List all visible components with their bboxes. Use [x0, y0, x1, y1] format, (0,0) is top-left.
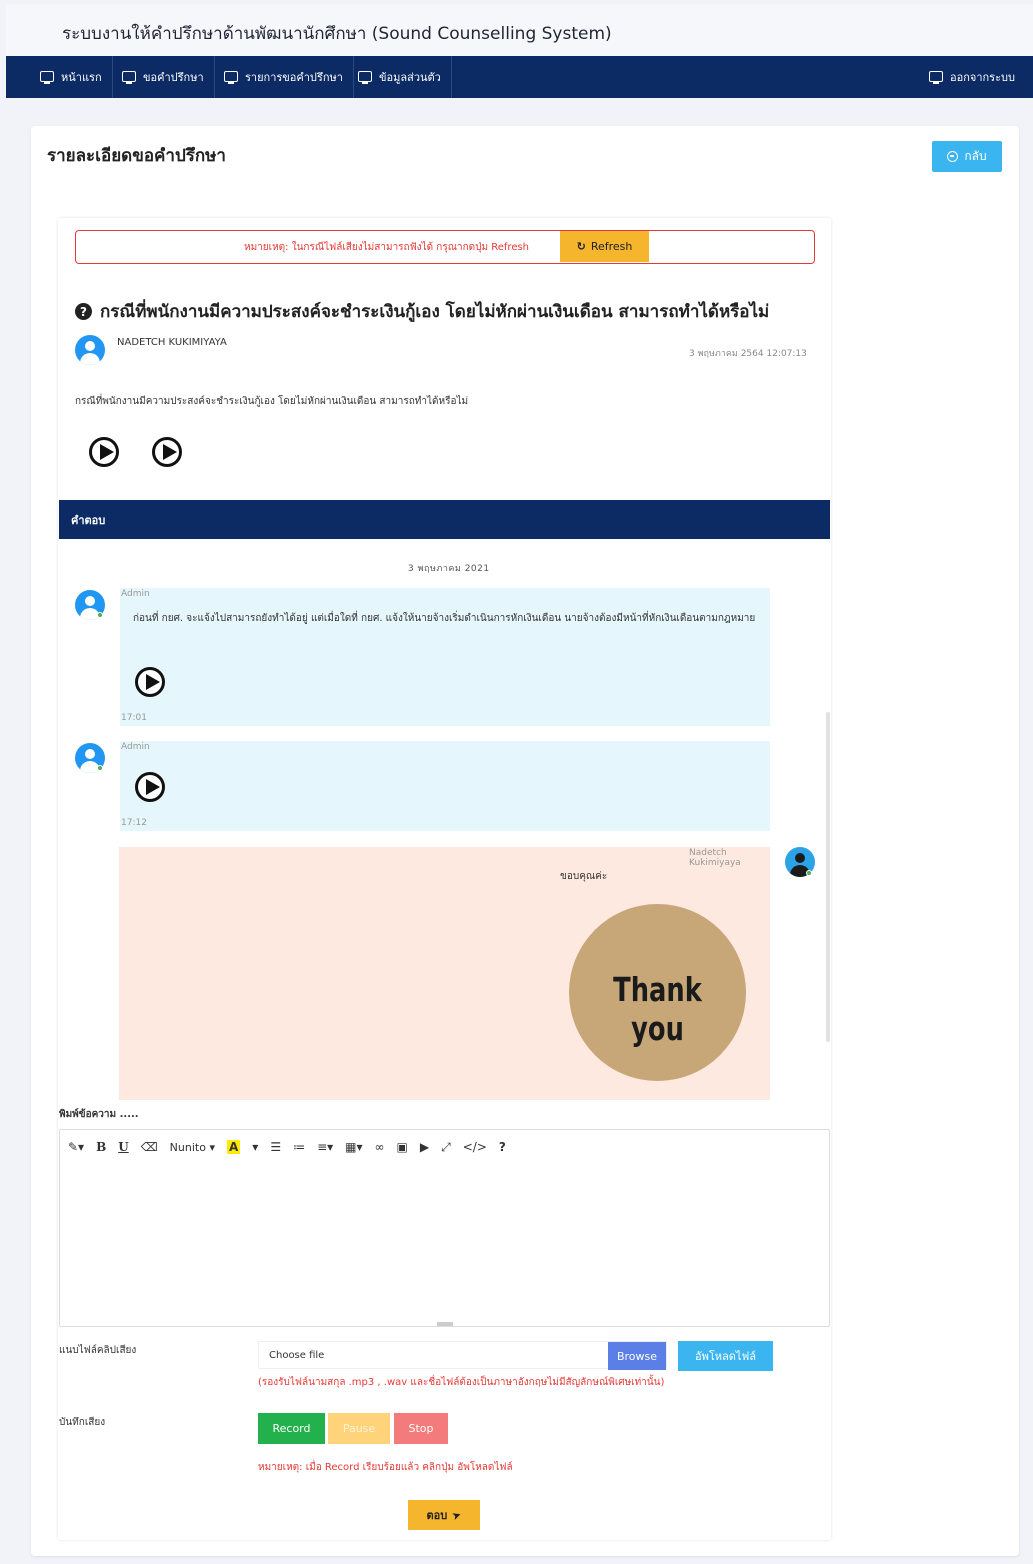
refresh-button-label: Refresh — [590, 240, 633, 253]
avatar — [75, 335, 105, 365]
underline-icon[interactable]: U — [118, 1140, 128, 1154]
chat-message: Admin ก่อนที่ กยศ. จะแจ้งไปสามารถยังทำได… — [120, 588, 770, 726]
link-icon[interactable]: ∞ — [375, 1140, 385, 1154]
file-placeholder: Choose file — [269, 1350, 325, 1361]
thank-you-sticker: Thank you — [569, 904, 746, 1081]
answers-header: คำตอบ — [59, 500, 830, 539]
nav-item-request-list[interactable]: รายการขอคำปรึกษา — [214, 56, 354, 98]
monitor-icon — [40, 70, 54, 84]
chat-scrollbar[interactable] — [826, 712, 830, 1042]
magic-wand-icon[interactable]: ✎▾ — [68, 1140, 84, 1154]
message-sender: Admin — [121, 742, 150, 752]
sticker-text: Thank you — [613, 970, 702, 1048]
pause-button[interactable]: Pause — [328, 1413, 390, 1444]
refresh-icon: ↻ — [576, 240, 586, 253]
table-icon[interactable]: ▦▾ — [345, 1140, 362, 1154]
circle-arrow-left-icon — [947, 151, 959, 162]
nav-item-label: รายการขอคำปรึกษา — [245, 71, 343, 84]
file-input[interactable]: Choose file Browse — [258, 1341, 667, 1370]
fullscreen-icon[interactable]: ⤢ — [441, 1140, 451, 1155]
app-title: ระบบงานให้คำปรึกษาด้านพัฒนานักศึกษา (Sou… — [62, 24, 612, 44]
text-color-icon[interactable]: A — [226, 1140, 241, 1154]
font-family-dropdown[interactable]: Nunito ▾ — [170, 1141, 215, 1154]
question-circle-icon: ? — [75, 303, 92, 320]
record-button[interactable]: Record — [258, 1413, 325, 1444]
refresh-button[interactable]: ↻ Refresh — [560, 231, 649, 262]
main-navbar: หน้าแรก ขอคำปรึกษา รายการขอคำปรึกษา ข้อม… — [6, 56, 1033, 98]
online-status-dot — [97, 612, 103, 618]
record-note: หมายเหตุ: เมื่อ Record เรียบร้อยแล้ว คลิ… — [258, 1462, 513, 1473]
nav-item-label: ออกจากระบบ — [950, 71, 1015, 84]
play-icon[interactable] — [89, 437, 119, 467]
online-status-dot — [806, 870, 812, 876]
paper-plane-icon: ➤ — [450, 1507, 464, 1523]
message-text: ขอบคุณค่ะ — [560, 871, 608, 882]
back-button-label: กลับ — [964, 149, 987, 163]
video-icon[interactable]: ▶ — [420, 1140, 429, 1154]
attach-label: แนบไฟล์คลิปเสียง — [59, 1345, 137, 1356]
unordered-list-icon[interactable]: ☰ — [270, 1140, 281, 1154]
message-text: ก่อนที่ กยศ. จะแจ้งไปสามารถยังทำได้อยู่ … — [133, 613, 756, 624]
chevron-down-icon[interactable]: ▾ — [252, 1140, 258, 1154]
editor-resize-handle[interactable] — [437, 1322, 453, 1326]
nav-item-label: ข้อมูลส่วนตัว — [379, 71, 441, 84]
nav-item-label: ขอคำปรึกษา — [143, 71, 204, 84]
monitor-icon — [929, 70, 943, 84]
send-button-label: ตอบ — [426, 1509, 448, 1522]
play-icon[interactable] — [135, 667, 165, 697]
record-label: บันทึกเสียง — [59, 1417, 106, 1428]
question-title: ? กรณีที่พนักงานมีความประสงค์จะชำระเงินก… — [75, 298, 769, 325]
editor-toolbar: ✎▾ B U ⌫ Nunito ▾ A ▾ ☰ ≔ ≡▾ ▦▾ ∞ ▣ ▶ ⤢ … — [68, 1138, 518, 1156]
stop-button[interactable]: Stop — [394, 1413, 448, 1444]
browse-button[interactable]: Browse — [608, 1342, 666, 1370]
bold-icon[interactable]: B — [96, 1140, 106, 1154]
refresh-notice: หมายเหตุ: ในกรณีไฟล์เสียงไม่สามารถฟังได้… — [75, 230, 815, 264]
back-button[interactable]: กลับ — [932, 141, 1002, 172]
image-icon[interactable]: ▣ — [397, 1140, 408, 1154]
monitor-icon — [122, 70, 136, 84]
notice-text: หมายเหตุ: ในกรณีไฟล์เสียงไม่สามารถฟังได้… — [244, 242, 530, 253]
message-sender: Nadetch Kukimiyaya — [689, 848, 741, 868]
align-icon[interactable]: ≡▾ — [317, 1140, 333, 1154]
help-icon[interactable]: ? — [499, 1140, 506, 1154]
question-body: กรณีที่พนักงานมีความประสงค์จะชำระเงินกู้… — [75, 396, 469, 407]
nav-item-logout[interactable]: ออกจากระบบ — [919, 56, 1025, 98]
nav-item-profile[interactable]: ข้อมูลส่วนตัว — [348, 56, 452, 98]
message-time: 17:01 — [121, 713, 147, 723]
monitor-icon — [224, 70, 238, 84]
monitor-icon — [358, 70, 372, 84]
nav-item-label: หน้าแรก — [61, 71, 102, 84]
online-status-dot — [97, 765, 103, 771]
file-format-note: (รองรับไฟล์นามสกุล .mp3 , .wav และชื่อไฟ… — [258, 1377, 665, 1388]
upload-file-button[interactable]: อัพโหลดไฟล์ — [678, 1341, 773, 1371]
ordered-list-icon[interactable]: ≔ — [293, 1140, 305, 1154]
play-icon[interactable] — [135, 772, 165, 802]
page-title: รายละเอียดขอคำปรึกษา — [47, 146, 226, 166]
chat-date: 3 พฤษภาคม 2021 — [408, 564, 490, 574]
code-view-icon[interactable]: </> — [463, 1140, 487, 1154]
compose-label: พิมพ์ข้อความ ..... — [59, 1109, 139, 1120]
nav-item-request[interactable]: ขอคำปรึกษา — [112, 56, 215, 98]
eraser-icon[interactable]: ⌫ — [141, 1140, 158, 1154]
play-icon[interactable] — [152, 437, 182, 467]
message-time: 17:12 — [121, 818, 147, 828]
nav-item-home[interactable]: หน้าแรก — [30, 56, 113, 98]
message-sender: Admin — [121, 589, 150, 599]
question-title-text: กรณีที่พนักงานมีความประสงค์จะชำระเงินกู้… — [100, 302, 770, 322]
chat-message: Admin 17:12 — [120, 741, 770, 831]
message-editor[interactable]: ✎▾ B U ⌫ Nunito ▾ A ▾ ☰ ≔ ≡▾ ▦▾ ∞ ▣ ▶ ⤢ … — [59, 1129, 830, 1327]
app-header: ระบบงานให้คำปรึกษาด้านพัฒนานักศึกษา (Sou… — [6, 4, 1033, 56]
send-reply-button[interactable]: ตอบ ➤ — [408, 1500, 480, 1530]
asker-name: NADETCH KUKIMIYAYA — [117, 337, 227, 348]
question-date: 3 พฤษภาคม 2564 12:07:13 — [689, 349, 807, 359]
